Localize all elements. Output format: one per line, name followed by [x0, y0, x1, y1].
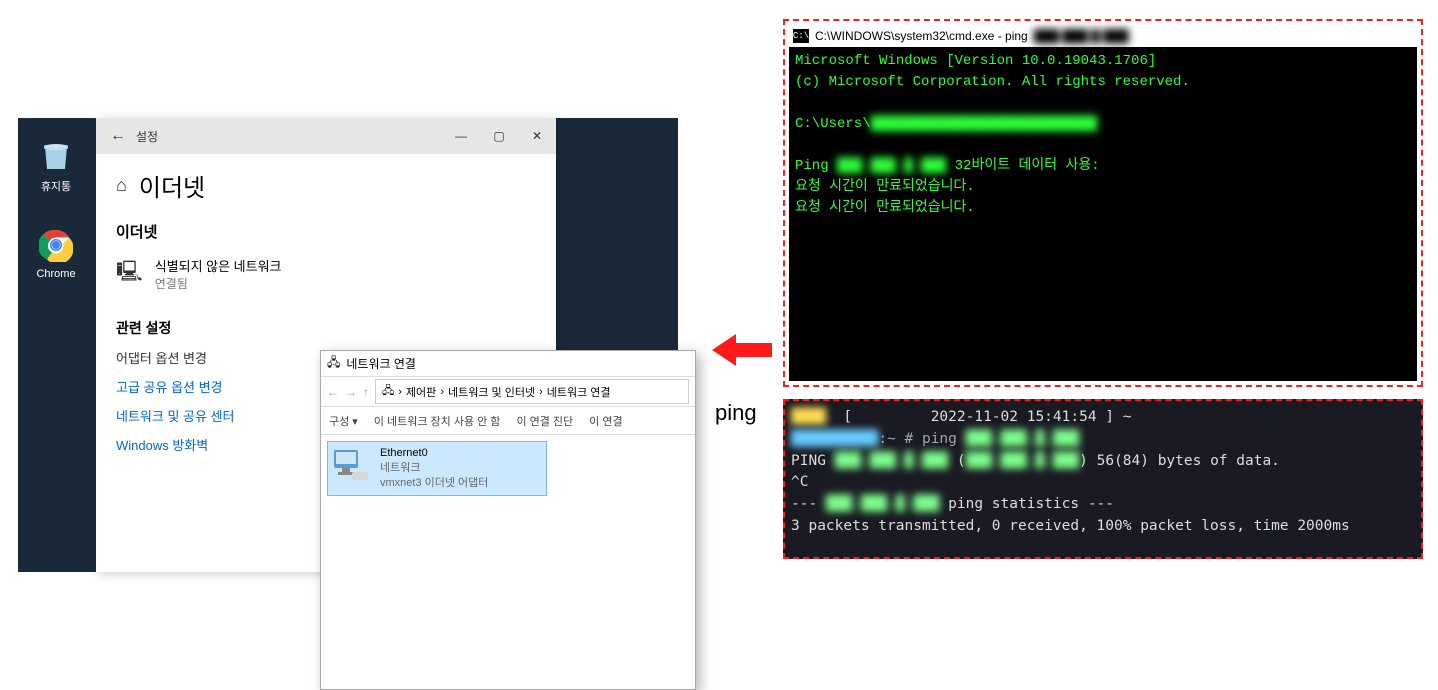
minimize-button[interactable]: —: [442, 118, 480, 154]
linux-terminal-body[interactable]: ████ [ 2022-11-02 15:41:54 ] ~ █████████…: [791, 407, 1415, 538]
back-arrow-icon[interactable]: ←: [104, 127, 132, 145]
netconn-navbar: ← → ↑ 🖧 › 제어판 › 네트워크 및 인터넷 › 네트워크 연결: [321, 377, 695, 407]
linux-prefix-redacted: ████: [791, 407, 843, 429]
cmd-titlebar[interactable]: C:\ C:\WINDOWS\system32\cmd.exe - ping █…: [789, 25, 1417, 47]
cmd-ping-suffix: 32바이트 데이터 사용:: [955, 158, 1100, 174]
network-status-line1: 식별되지 않은 네트워크: [155, 256, 282, 275]
network-status-text: 식별되지 않은 네트워크 연결됨: [155, 256, 282, 292]
home-icon[interactable]: ⌂: [116, 175, 127, 196]
recycle-bin-label: 휴지통: [28, 178, 84, 194]
linux-ctrlc: ^C: [791, 474, 808, 490]
cmd-prompt: C:\Users\: [795, 116, 871, 132]
settings-header: ⌂ 이더넷: [96, 154, 556, 213]
chrome-label: Chrome: [28, 268, 84, 280]
cmd-ping-ip: ███.███.█.███: [837, 156, 946, 177]
ping-label: ping: [715, 400, 757, 426]
cmd-body[interactable]: Microsoft Windows [Version 10.0.19043.17…: [789, 47, 1417, 381]
cmd-prompt-redacted: ███████████████████████████: [871, 114, 1098, 135]
breadcrumb-item-1[interactable]: 제어판: [406, 384, 436, 400]
toolbar-disable-device[interactable]: 이 네트워크 장치 사용 안 함: [374, 413, 501, 429]
netconn-title-icon: 🖧: [327, 353, 340, 374]
network-status-item[interactable]: 🖳 식별되지 않은 네트워크 연결됨: [116, 256, 536, 292]
settings-title-text: 설정: [136, 128, 158, 145]
linux-summary: 3 packets transmitted, 0 received, 100% …: [791, 518, 1350, 534]
chevron-right-icon: ›: [440, 386, 444, 398]
breadcrumb-item-2[interactable]: 네트워크 및 인터넷: [448, 384, 535, 400]
window-controls: — ▢ ✕: [442, 118, 556, 154]
cmd-line-2: (c) Microsoft Corporation. All rights re…: [795, 74, 1190, 90]
network-status-line2: 연결됨: [155, 275, 282, 292]
cmd-window: C:\ C:\WINDOWS\system32\cmd.exe - ping █…: [783, 19, 1423, 387]
toolbar-organize[interactable]: 구성 ▾: [329, 413, 358, 429]
linux-ping-word: PING: [791, 453, 835, 469]
linux-ping-ip2-redacted: ███.███.█.███: [835, 451, 949, 473]
toolbar-diagnose[interactable]: 이 연결 진단: [516, 413, 573, 429]
breadcrumb-item-3[interactable]: 네트워크 연결: [547, 384, 611, 400]
linux-terminal-window: ████ [ 2022-11-02 15:41:54 ] ~ █████████…: [783, 399, 1423, 559]
adapter-text: Ethernet0 네트워크 vmxnet3 이더넷 어댑터: [380, 446, 488, 491]
linux-stats-prefix: ---: [791, 496, 826, 512]
netconn-titlebar[interactable]: 🖧 네트워크 연결: [321, 351, 695, 377]
chrome-icon: [37, 226, 75, 264]
related-settings-heading: 관련 설정: [116, 318, 536, 338]
adapter-item-ethernet0[interactable]: Ethernet0 네트워크 vmxnet3 이더넷 어댑터: [327, 441, 547, 496]
chevron-right-icon: ›: [398, 386, 402, 398]
linux-ping-ip-redacted: ███.███.█.███: [966, 429, 1080, 451]
settings-titlebar[interactable]: ← 설정 — ▢ ✕: [96, 118, 556, 154]
cmd-timeout-1: 요청 시간이 만료되었습니다.: [795, 179, 975, 195]
linux-paren-open: (: [948, 453, 965, 469]
recycle-bin-icon-item[interactable]: 휴지통: [28, 136, 84, 194]
linux-ping-ip3-redacted: ███.███.█.███: [966, 451, 1080, 473]
nav-forward-icon[interactable]: →: [345, 385, 357, 399]
linux-paren-close: ) 56(84) bytes of data.: [1079, 453, 1280, 469]
settings-heading: 이더넷: [139, 168, 205, 203]
desktop-background: 휴지통 Chrome ← 설정 — ▢ ✕ ⌂ 이더넷 이더넷 🖳 식: [18, 118, 678, 572]
breadcrumb-root-icon: 🖧: [382, 382, 394, 401]
chrome-icon-item[interactable]: Chrome: [28, 226, 84, 280]
maximize-button[interactable]: ▢: [480, 118, 518, 154]
recycle-bin-icon: [37, 136, 75, 174]
arrow-left-icon: [712, 332, 772, 377]
linux-prompt: :~ # ping: [878, 431, 965, 447]
cmd-title-redacted: ███.███.█.███: [1034, 29, 1129, 43]
ethernet-section-label: 이더넷: [116, 221, 536, 242]
adapter-icon: [332, 446, 372, 486]
cmd-timeout-2: 요청 시간이 만료되었습니다.: [795, 200, 975, 216]
nav-back-icon[interactable]: ←: [327, 385, 339, 399]
nav-up-icon[interactable]: ↑: [363, 385, 369, 399]
adapter-driver-label: vmxnet3 이더넷 어댑터: [380, 476, 488, 491]
close-button[interactable]: ✕: [518, 118, 556, 154]
linux-datetime: [ 2022-11-02 15:41:54 ] ~: [843, 409, 1131, 425]
netconn-title-text: 네트워크 연결: [346, 355, 416, 372]
chevron-right-icon: ›: [539, 386, 543, 398]
monitor-network-icon: 🖳: [116, 257, 143, 291]
adapter-name: Ethernet0: [380, 446, 488, 461]
linux-user-redacted: ██████████: [791, 429, 878, 451]
netconn-toolbar: 구성 ▾ 이 네트워크 장치 사용 안 함 이 연결 진단 이 연결: [321, 407, 695, 435]
breadcrumb[interactable]: 🖧 › 제어판 › 네트워크 및 인터넷 › 네트워크 연결: [375, 379, 689, 404]
cmd-title-text: C:\WINDOWS\system32\cmd.exe - ping: [815, 29, 1028, 43]
network-connections-window: 🖧 네트워크 연결 ← → ↑ 🖧 › 제어판 › 네트워크 및 인터넷 › 네…: [320, 350, 696, 690]
toolbar-this-connection[interactable]: 이 연결: [589, 413, 622, 429]
linux-stats-suffix: ping statistics ---: [939, 496, 1114, 512]
cmd-line-1: Microsoft Windows [Version 10.0.19043.17…: [795, 53, 1156, 69]
linux-stats-ip-redacted: ███.███.█.███: [826, 494, 940, 516]
cmd-icon: C:\: [793, 29, 809, 43]
cmd-ping-label: Ping: [795, 158, 829, 174]
adapter-net-label: 네트워크: [380, 461, 488, 476]
